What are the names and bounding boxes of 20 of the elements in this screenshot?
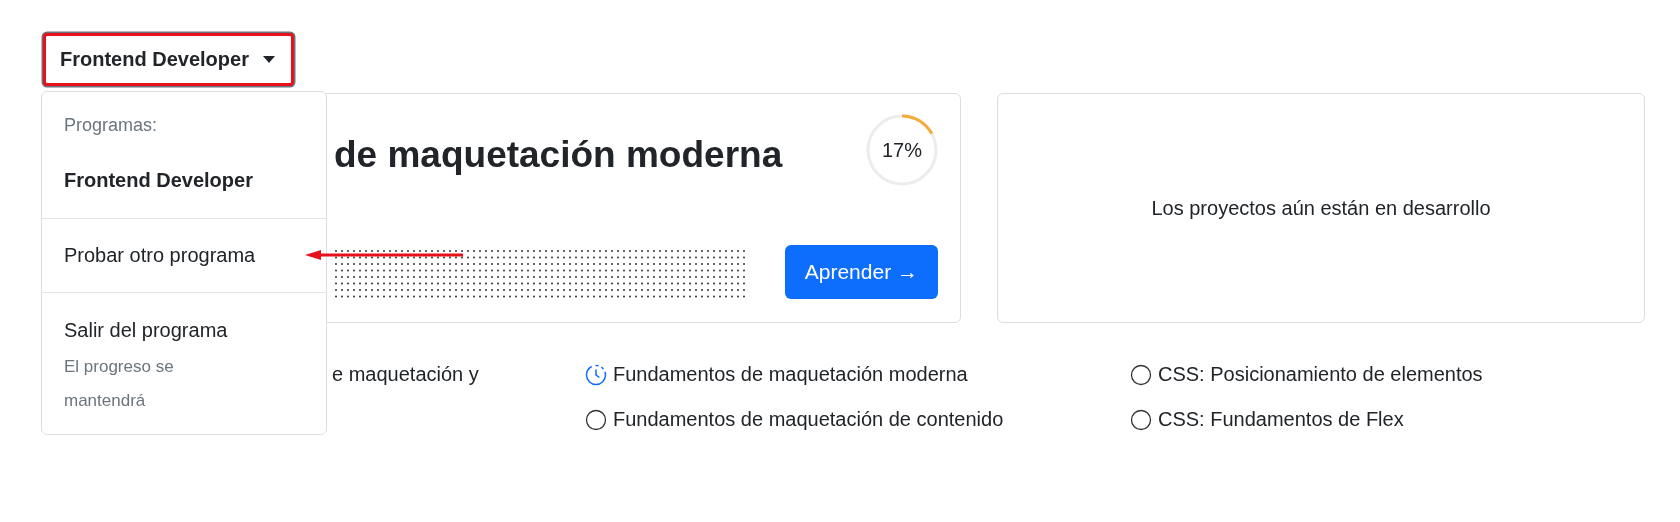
learn-button[interactable]: Aprender → <box>784 245 938 299</box>
clock-icon <box>585 363 607 386</box>
progress-reading: 17% <box>882 138 922 162</box>
menu-note: El progreso se mantendrá <box>63 356 175 412</box>
course-link[interactable]: CSS: Fundamentos de Flex <box>1158 408 1404 431</box>
course-title: de maquetación moderna <box>334 134 783 176</box>
projects-message: Los proyectos aún están en desarrollo <box>1151 196 1491 220</box>
course-link[interactable]: CSS: Posicionamiento de elementos <box>1158 363 1483 386</box>
circle-icon <box>1130 408 1152 431</box>
course-link[interactable]: Fundamentos de maquetación moderna <box>613 363 968 386</box>
circle-icon <box>1130 363 1152 386</box>
current-program: Frontend Developer <box>63 168 254 193</box>
circle-icon <box>585 408 607 431</box>
program-dropdown[interactable]: Frontend Developer <box>43 33 294 86</box>
caret-icon <box>262 56 275 63</box>
menu-header: Programas: <box>63 114 159 137</box>
menu-item[interactable]: Salir del programa <box>42 293 326 346</box>
menu-item[interactable]: Probar otro programa <box>42 219 326 292</box>
course-link[interactable]: Fundamentos de maquetación de contenido <box>613 408 1004 431</box>
course-link[interactable]: e maquetación y <box>332 363 479 386</box>
